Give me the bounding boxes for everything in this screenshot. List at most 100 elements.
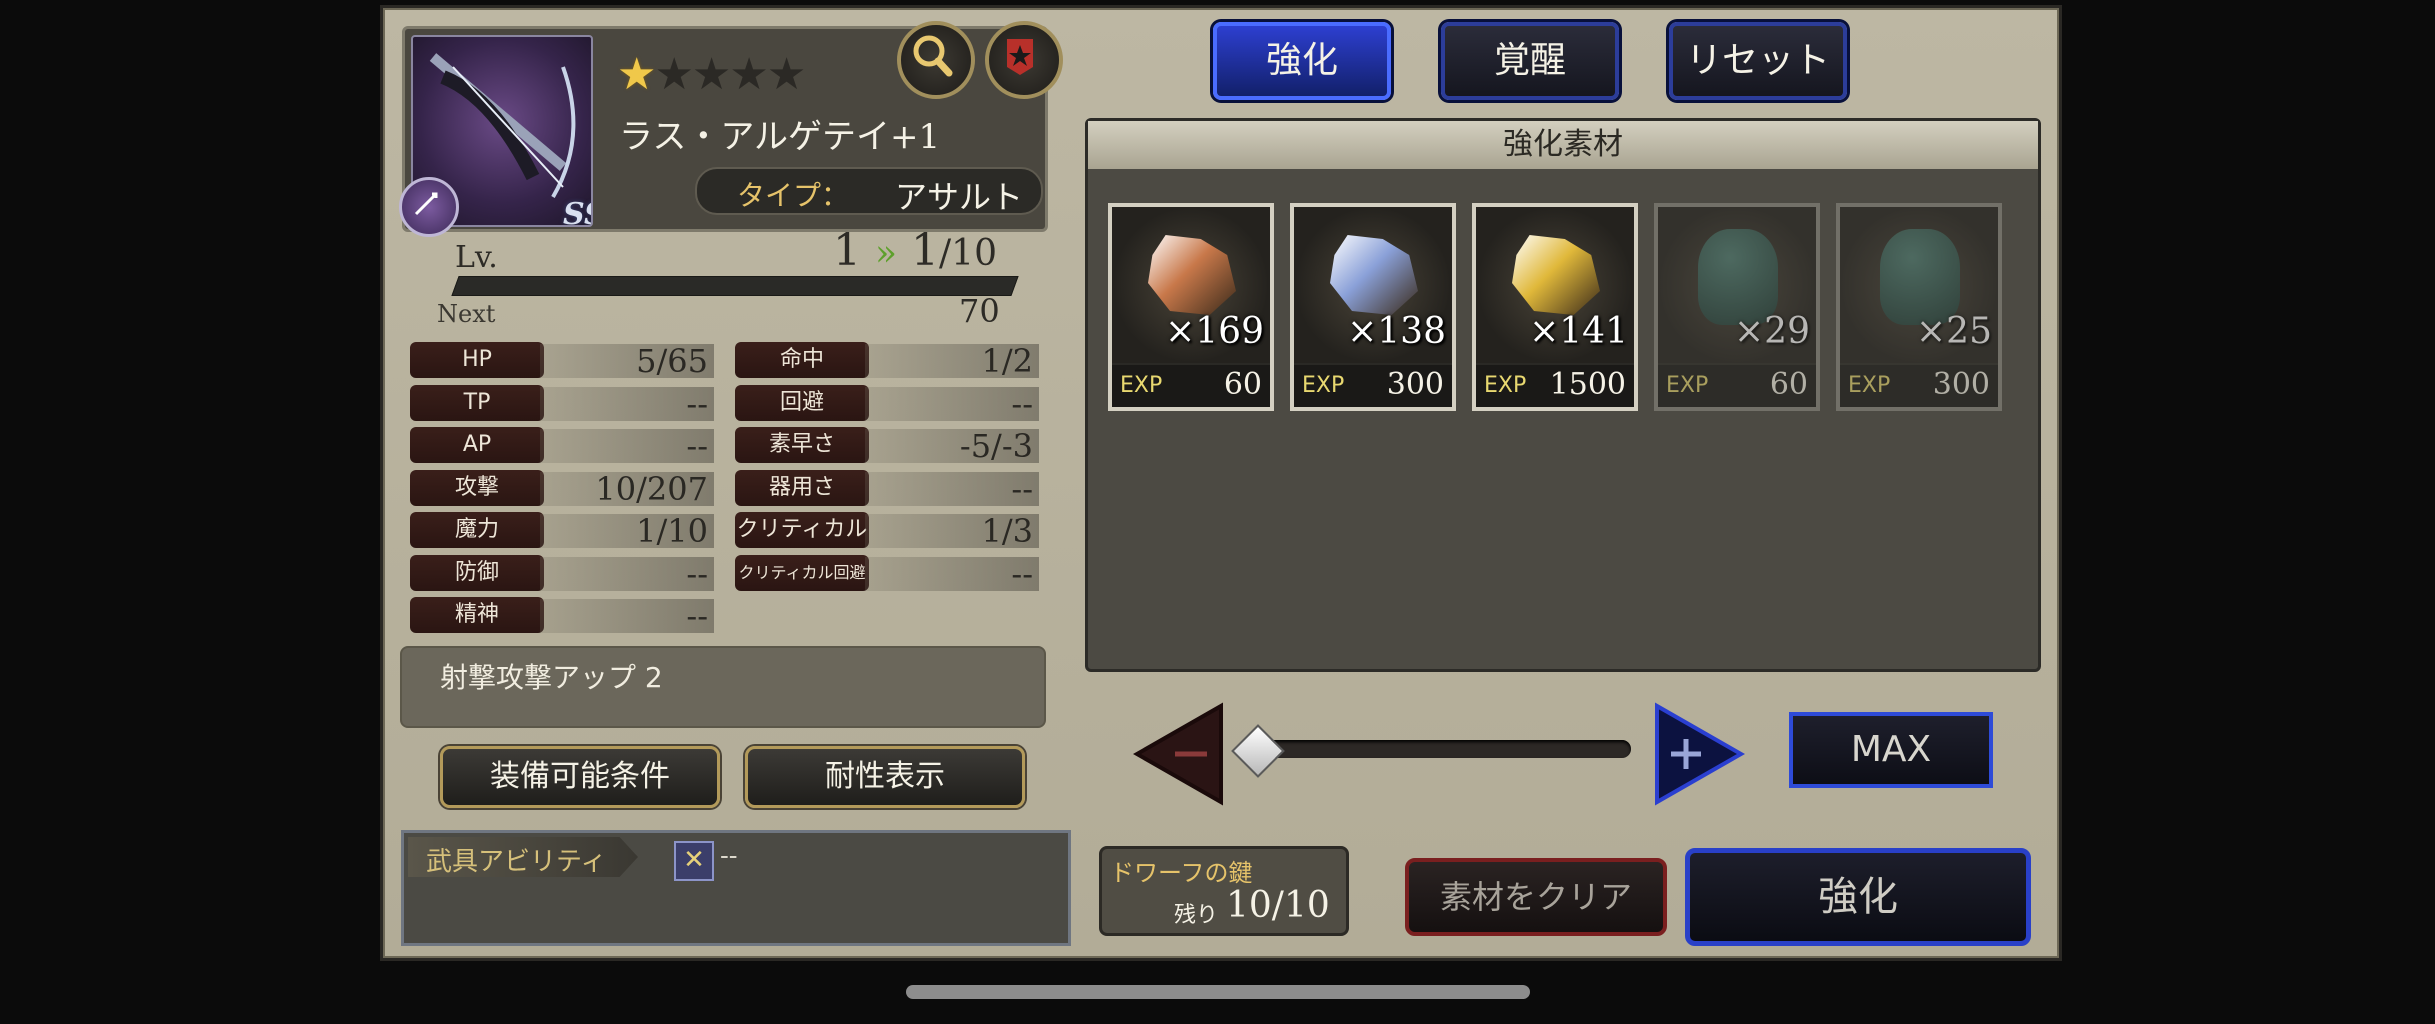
material-exp-bar: EXP 1500 (1476, 365, 1634, 407)
material-card[interactable]: ×141 EXP 1500 (1472, 203, 1638, 411)
weapon-skill-text: 射撃攻撃アップ 2 (440, 661, 663, 694)
star-empty-icon: ★ (691, 49, 731, 100)
material-count: ×138 (1347, 311, 1446, 352)
tab-awaken[interactable]: 覚醒 (1441, 22, 1619, 100)
type-label: タイプ： (737, 179, 850, 212)
material-exp-bar: EXP 300 (1840, 365, 1998, 407)
stat-value: 1/10 (540, 514, 714, 548)
star-empty-icon: ★ (729, 49, 768, 100)
stat-value: -- (865, 471, 1039, 506)
level-after: 1 (911, 225, 940, 276)
material-card[interactable]: ×169 EXP 60 (1108, 203, 1274, 411)
stat-label: クリティカル回避 (735, 554, 869, 591)
stat-row: クリティカル 1/3 (735, 512, 1039, 548)
stat-label: クリティカル (735, 512, 869, 548)
resistance-button[interactable]: 耐性表示 (745, 746, 1025, 808)
star-filled-icon: ★ (617, 49, 656, 100)
material-art: ×138 (1294, 207, 1452, 363)
stat-row: TP -- (410, 384, 714, 421)
favorite-button[interactable] (985, 21, 1063, 99)
star-empty-icon: ★ (654, 49, 693, 100)
stat-label: HP (410, 342, 544, 378)
crossed-swords-icon: ✕ (674, 841, 714, 881)
stat-label: 器用さ (735, 469, 869, 506)
tab-enhance[interactable]: 強化 (1213, 22, 1391, 100)
ability-value: -- (720, 841, 738, 871)
crystal-icon (1148, 235, 1236, 315)
rarity-stars: ★★★★★ (617, 49, 806, 100)
level-progress-bar (451, 276, 1019, 296)
stat-label: 防御 (410, 554, 544, 591)
stat-value: 1/2 (865, 344, 1039, 378)
star-badge-icon (1007, 39, 1033, 75)
stat-label: 魔力 (410, 512, 544, 548)
stat-label: TP (410, 384, 544, 421)
crystal-icon (1512, 235, 1600, 315)
weapon-ability-box: 武具アビリティ ✕ -- (401, 830, 1071, 946)
level-values: 1 » 1/10 (833, 225, 997, 276)
crystal-icon (1330, 235, 1418, 315)
equip-conditions-button[interactable]: 装備可能条件 (440, 746, 720, 808)
next-exp-label: Next (437, 300, 496, 328)
level-max: /10 (939, 233, 997, 274)
zoom-button[interactable] (897, 21, 975, 99)
material-count: ×141 (1529, 311, 1628, 352)
material-slider-track[interactable] (1241, 740, 1631, 758)
key-remain-value: 10/10 (1226, 885, 1330, 926)
stat-row: 器用さ -- (735, 469, 1039, 506)
stat-value: 1/3 (865, 514, 1039, 548)
stat-value: -- (865, 556, 1039, 591)
material-art: ×169 (1112, 207, 1270, 363)
stat-label: 攻撃 (410, 469, 544, 506)
max-button[interactable]: MAX (1789, 712, 1993, 788)
weapon-type-bar: タイプ： アサルト (695, 167, 1043, 216)
material-card[interactable]: ×25 EXP 300 (1836, 203, 2002, 411)
tab-reset[interactable]: リセット (1669, 22, 1847, 100)
material-card[interactable]: ×29 EXP 60 (1654, 203, 1820, 411)
dwarf-key-box: ドワーフの鍵 残り 10/10 (1099, 846, 1349, 936)
stat-row: クリティカル回避 -- (735, 554, 1039, 591)
weapon-header: SSR ★★★★★ ラス・アルゲテイ+1 タイプ： アサルト (399, 21, 1063, 237)
exp-label: EXP (1120, 373, 1163, 398)
stat-value: 10/207 (540, 471, 714, 506)
weapon-type-icon (399, 177, 459, 237)
material-slider-knob[interactable] (1231, 724, 1285, 778)
material-exp-bar: EXP 60 (1112, 365, 1270, 407)
level-label: Lv. (455, 240, 498, 275)
stat-value: -- (540, 556, 714, 591)
stat-value: -- (540, 599, 714, 633)
exp-label: EXP (1302, 373, 1345, 398)
exp-value: 300 (1932, 367, 1990, 402)
level-arrow-icon: » (875, 233, 898, 274)
star-empty-icon: ★ (766, 49, 806, 100)
plus-arrow-icon (1655, 702, 1746, 806)
enhance-button[interactable]: 強化 (1685, 848, 2031, 946)
stat-row: 命中 1/2 (735, 342, 1039, 378)
clear-materials-button[interactable]: 素材をクリア (1405, 858, 1667, 936)
enhance-screen: SSR ★★★★★ ラス・アルゲテイ+1 タイプ： アサルト Lv. 1 » 1 (383, 8, 2059, 958)
decrease-button[interactable] (1132, 702, 1225, 806)
material-count: ×25 (1916, 311, 1992, 352)
stat-row: 魔力 1/10 (410, 512, 714, 548)
stat-row: AP -- (410, 427, 714, 463)
stat-value: -- (540, 386, 714, 421)
materials-area: 強化素材 ×169 EXP 60 ×138 EXP 300 ×141 EXP 1500 ×29 EX… (1085, 118, 2041, 672)
material-exp-bar: EXP 60 (1658, 365, 1816, 407)
material-count: ×29 (1734, 311, 1810, 352)
exp-value: 300 (1386, 367, 1444, 402)
exp-value: 1500 (1549, 367, 1626, 402)
material-exp-bar: EXP 300 (1294, 365, 1452, 407)
material-card[interactable]: ×138 EXP 300 (1290, 203, 1456, 411)
stat-row: 防御 -- (410, 554, 714, 591)
search-icon (913, 35, 953, 77)
key-title: ドワーフの鍵 (1110, 859, 1253, 887)
key-remain-label: 残り (1174, 903, 1219, 928)
stat-value: 5/65 (540, 344, 714, 378)
material-count: ×169 (1165, 311, 1264, 352)
stat-row: 攻撃 10/207 (410, 469, 714, 506)
stat-row: HP 5/65 (410, 342, 714, 378)
increase-button[interactable] (1653, 702, 1746, 806)
stat-label: AP (410, 427, 544, 463)
home-indicator[interactable] (906, 985, 1530, 999)
exp-label: EXP (1666, 373, 1709, 398)
